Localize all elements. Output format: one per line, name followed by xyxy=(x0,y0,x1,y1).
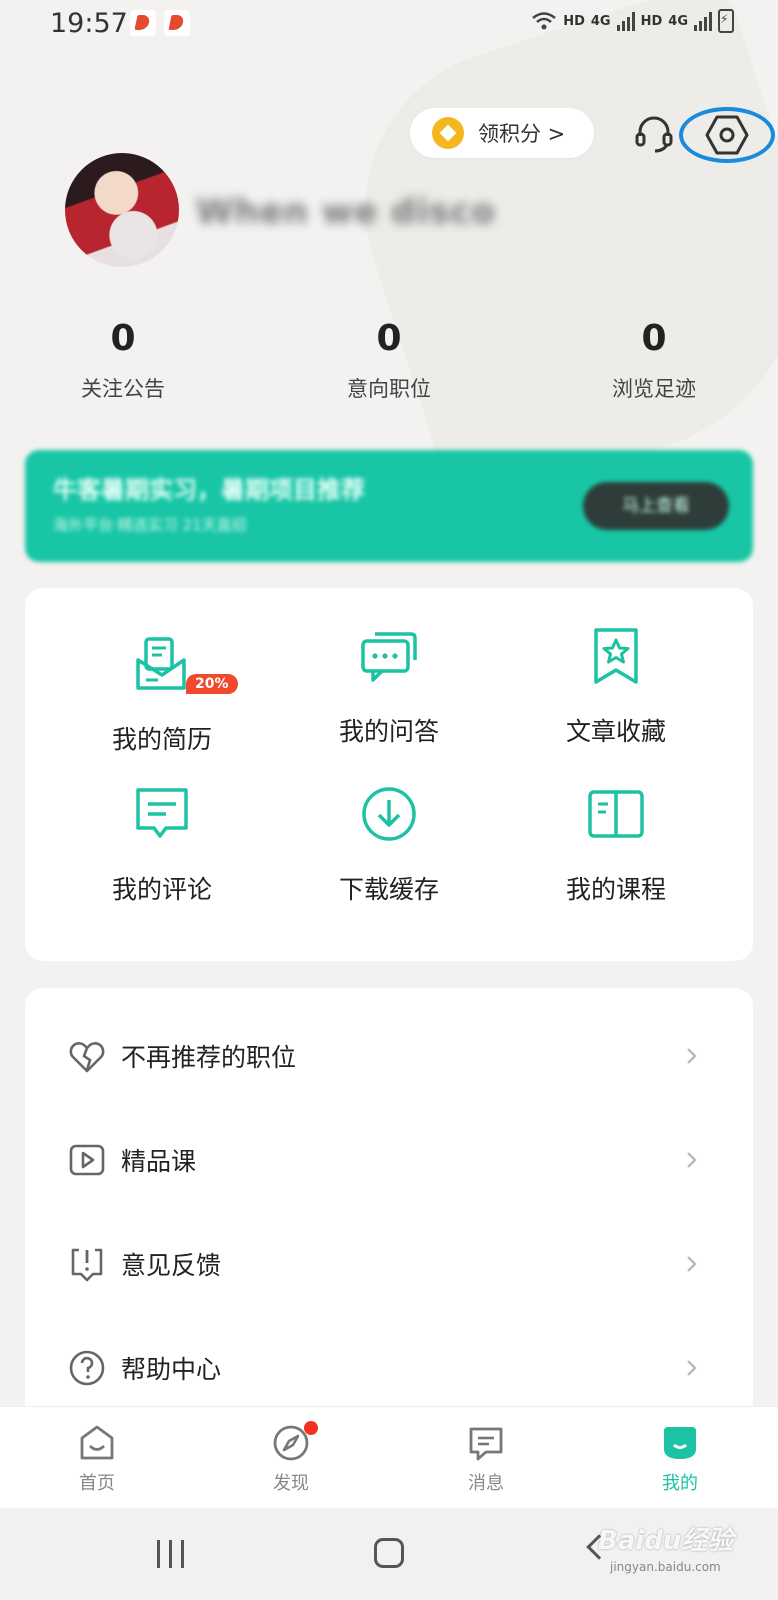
banner-title: 牛客暑期实习，暑期项目推荐 xyxy=(53,476,365,504)
feedback-icon xyxy=(71,1248,103,1282)
stat-label: 关注公告 xyxy=(81,377,165,401)
list-label: 帮助中心 xyxy=(121,1355,222,1384)
list-item-not-recommended[interactable]: 不再推荐的职位 xyxy=(25,1016,753,1096)
stat-label: 意向职位 xyxy=(347,377,431,401)
stat-followed-notices[interactable]: 0 关注公告 xyxy=(43,318,203,403)
video-icon xyxy=(69,1144,105,1176)
qa-icon xyxy=(361,632,417,682)
list-label: 不再推荐的职位 xyxy=(121,1043,297,1072)
promo-banner[interactable]: 牛客暑期实习，暑期项目推荐 海外平台·精选实习 21天直招 马上查看 xyxy=(25,450,753,562)
tab-messages[interactable]: 消息 xyxy=(426,1423,546,1495)
list-item-feedback[interactable]: 意见反馈 xyxy=(25,1224,753,1304)
list-item-premium-courses[interactable]: 精品课 xyxy=(25,1120,753,1200)
grid-item-favorites[interactable]: 文章收藏 xyxy=(506,626,726,748)
points-label: 领积分 > xyxy=(478,122,566,146)
network-4g-label: 4G xyxy=(590,13,611,29)
list-label: 意见反馈 xyxy=(121,1251,222,1280)
tab-label: 消息 xyxy=(468,1473,504,1494)
coin-icon xyxy=(432,117,464,149)
background-decoration xyxy=(323,0,778,515)
avatar[interactable] xyxy=(65,153,179,267)
download-icon xyxy=(362,787,416,841)
bottom-tab-bar: 首页 发现 消息 我的 xyxy=(0,1406,778,1508)
chevron-right-icon xyxy=(687,1256,697,1272)
points-button[interactable]: 领积分 > xyxy=(410,108,594,158)
network-hd-label: HD xyxy=(640,13,663,29)
watermark-brand: Baidu经验 xyxy=(598,1526,734,1556)
recent-apps-button[interactable] xyxy=(157,1540,184,1568)
stat-label: 浏览足迹 xyxy=(612,377,696,401)
status-time: 19:57 xyxy=(50,8,128,39)
grid-label: 我的评论 xyxy=(111,875,212,904)
stat-value: 0 xyxy=(110,318,136,359)
network-4g-label: 4G xyxy=(668,13,688,29)
grid-label: 我的问答 xyxy=(338,717,439,746)
grid-label: 下载缓存 xyxy=(338,875,439,904)
grid-item-courses[interactable]: 我的课程 xyxy=(506,784,726,906)
list-item-help-center[interactable]: 帮助中心 xyxy=(25,1328,753,1408)
app-notification-icon xyxy=(130,10,156,36)
chevron-right-icon xyxy=(687,1048,697,1064)
tab-label: 首页 xyxy=(79,1473,115,1494)
broken-heart-icon xyxy=(69,1042,105,1073)
banner-subtitle: 海外平台·精选实习 21天直招 xyxy=(53,516,247,534)
stat-value: 0 xyxy=(641,318,667,359)
grid-item-downloads[interactable]: 下载缓存 xyxy=(279,784,499,906)
settings-button[interactable] xyxy=(676,104,778,164)
app-notification-icon xyxy=(164,10,190,36)
grid-item-resume[interactable]: 20% 我的简历 xyxy=(52,634,272,756)
banner-button[interactable]: 马上查看 xyxy=(583,482,729,530)
status-bar: 19:57 HD 4G HD 4G xyxy=(0,0,778,48)
chevron-right-icon xyxy=(687,1152,697,1168)
notification-dot xyxy=(304,1421,318,1435)
menu-list: 不再推荐的职位 精品课 意见反馈 帮助中心 xyxy=(25,988,753,1448)
grid-label: 我的课程 xyxy=(565,875,666,904)
home-button[interactable] xyxy=(374,1538,404,1568)
grid-item-comments[interactable]: 我的评论 xyxy=(52,784,272,906)
signal-icon xyxy=(616,11,635,31)
resume-progress-badge: 20% xyxy=(186,674,238,694)
network-hd-label: HD xyxy=(563,13,585,29)
headset-icon[interactable] xyxy=(633,112,675,154)
message-icon xyxy=(469,1427,503,1461)
settings-hexagon-icon xyxy=(705,115,749,155)
feature-grid: 20% 我的简历 我的问答 文章收藏 我的评论 下载缓存 我的课程 xyxy=(25,588,753,961)
grid-item-qa[interactable]: 我的问答 xyxy=(279,626,499,748)
stat-intended-positions[interactable]: 0 意向职位 xyxy=(309,318,469,403)
book-icon xyxy=(588,790,644,838)
bookmark-icon xyxy=(594,628,638,684)
grid-label: 我的简历 xyxy=(111,725,212,754)
resume-icon xyxy=(136,637,186,690)
username[interactable]: When we disco xyxy=(196,192,496,232)
profile-icon xyxy=(664,1427,696,1459)
tab-discover[interactable]: 发现 xyxy=(231,1421,351,1495)
signal-icon xyxy=(694,11,712,31)
tab-profile[interactable]: 我的 xyxy=(620,1423,740,1495)
home-icon xyxy=(80,1425,114,1460)
tab-label: 我的 xyxy=(662,1473,698,1494)
list-label: 精品课 xyxy=(121,1147,197,1176)
tab-home[interactable]: 首页 xyxy=(37,1423,157,1495)
stat-browse-history[interactable]: 0 浏览足迹 xyxy=(574,318,734,403)
chevron-right-icon xyxy=(687,1360,697,1376)
watermark-url: jingyan.baidu.com xyxy=(610,1560,721,1574)
tab-label: 发现 xyxy=(273,1473,309,1494)
wifi-icon xyxy=(532,12,557,30)
help-icon xyxy=(69,1350,105,1386)
stat-value: 0 xyxy=(376,318,402,359)
battery-icon xyxy=(718,9,734,33)
status-indicators: HD 4G HD 4G xyxy=(531,9,734,33)
grid-label: 文章收藏 xyxy=(565,717,666,746)
comment-icon xyxy=(136,788,188,838)
